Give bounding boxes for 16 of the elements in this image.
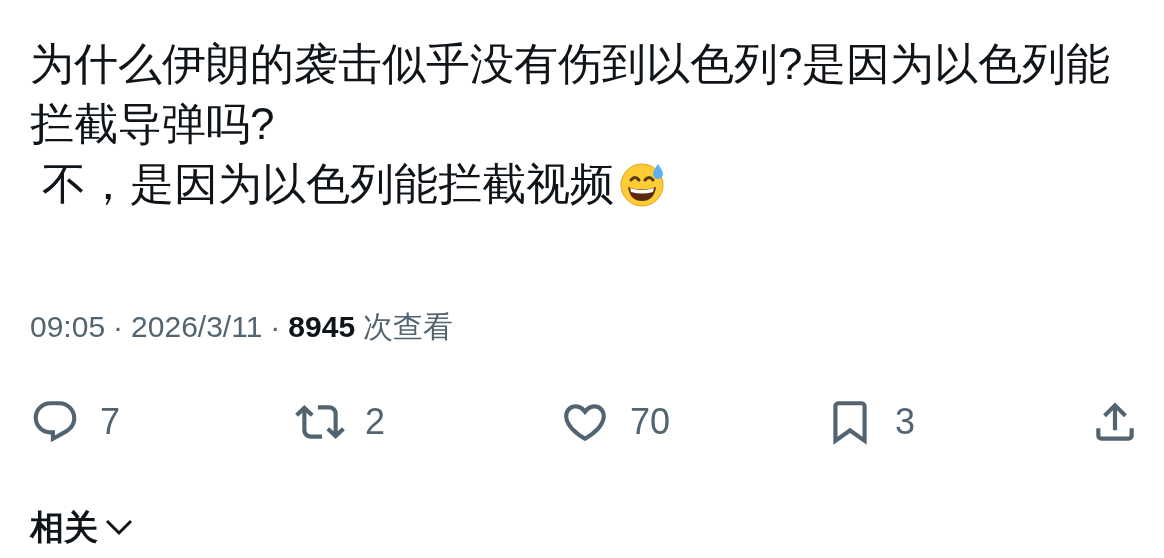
reply-count: 7 — [100, 400, 121, 444]
post-text-line: 拦截导弹吗? — [30, 98, 275, 150]
bookmark-count: 3 — [895, 400, 916, 444]
post-text-line: 不，是因为以色列能拦截视频 — [41, 158, 615, 210]
separator-dot: · — [270, 309, 281, 345]
like-count: 70 — [630, 400, 671, 444]
related-toggle[interactable]: 相关 — [30, 507, 1144, 547]
grinning-sweat-emoji-icon — [618, 160, 667, 208]
view-count: 8945 — [288, 309, 356, 345]
repost-count: 2 — [365, 400, 386, 444]
post-date: 2026/3/11 — [131, 309, 263, 345]
separator-dot: · — [113, 309, 124, 345]
chevron-down-icon — [104, 518, 134, 536]
views-label: 次查看 — [363, 309, 454, 345]
post-text-line: 为什么伊朗的袭击似乎没有伤到以色列?是因为以色列能 — [30, 38, 1111, 90]
post-time: 09:05 — [30, 309, 106, 345]
